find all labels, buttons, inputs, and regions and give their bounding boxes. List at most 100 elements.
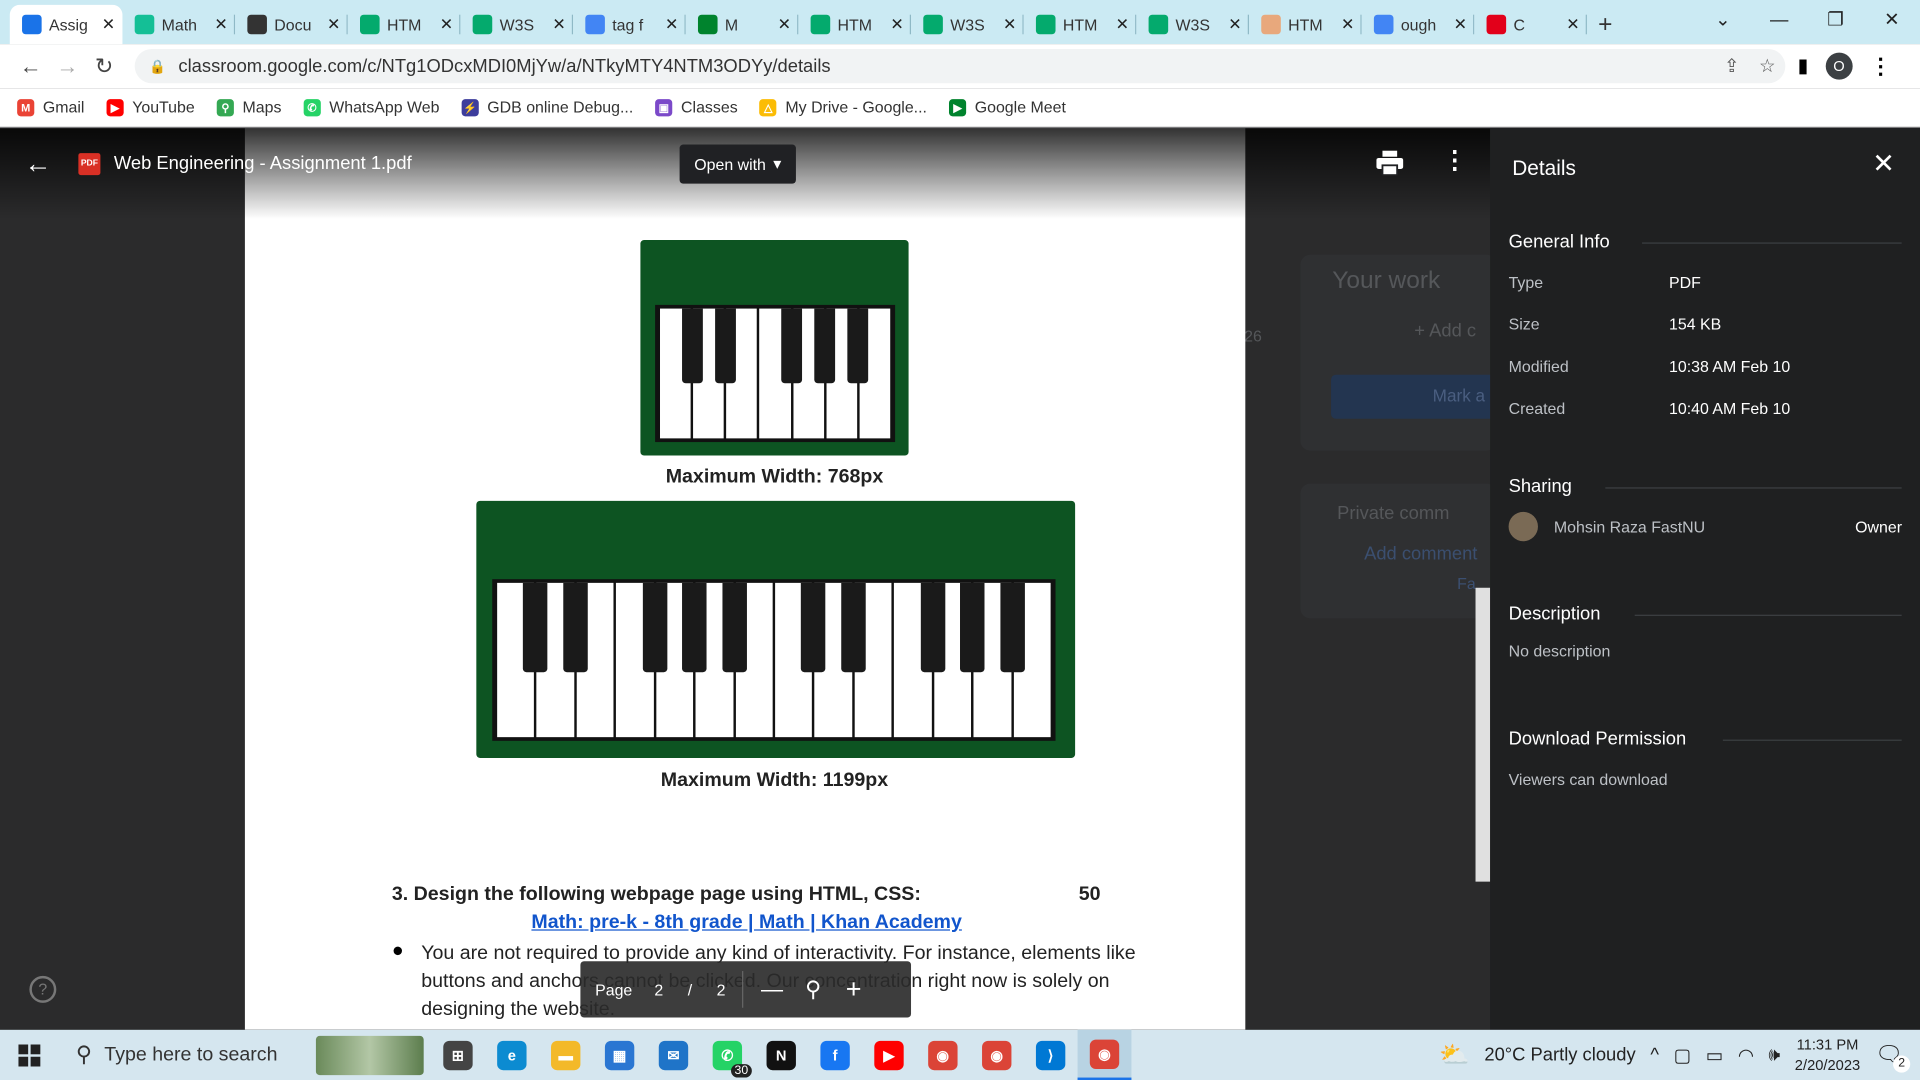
bookmark-item[interactable]: ▶ YouTube	[106, 98, 195, 116]
omnibox[interactable]: 🔒 classroom.google.com/c/NTg1ODcxMDI0MjY…	[134, 48, 1786, 84]
new-tab-button[interactable]: +	[1587, 5, 1624, 44]
youtube-icon: ▶	[106, 98, 124, 116]
bookmark-item[interactable]: ▣ Classes	[655, 98, 738, 116]
browser-tab[interactable]: W3S ✕	[1136, 5, 1249, 44]
chrome-glyph: ◉	[928, 1040, 958, 1070]
piano-black-key	[721, 582, 747, 673]
netflix-icon[interactable]: N	[754, 1030, 808, 1080]
chrome-active-icon[interactable]: ◉	[1077, 1029, 1132, 1080]
browser-tab[interactable]: Math ✕	[122, 5, 236, 44]
zoom-icon[interactable]: ⚲	[805, 977, 821, 1003]
task-view-icon[interactable]: ⊞	[431, 1030, 485, 1080]
browser-tab[interactable]: C ✕	[1474, 5, 1587, 44]
whatsapp-icon[interactable]: ✆ 30	[700, 1030, 754, 1080]
menu-icon[interactable]: ⋮	[1870, 53, 1892, 79]
close-tab-icon[interactable]: ✕	[778, 15, 791, 35]
piano-black-key	[960, 582, 985, 673]
meet-now-icon[interactable]: ▢	[1674, 1044, 1691, 1066]
bookmark-item[interactable]: M Gmail	[17, 98, 84, 116]
forward-icon[interactable]: →	[49, 53, 86, 79]
mail-icon[interactable]: ✉	[647, 1030, 701, 1080]
more-options-icon[interactable]: ⋮	[1442, 148, 1466, 172]
close-tab-icon[interactable]: ✕	[440, 15, 453, 35]
tab-search-icon[interactable]: ⌄	[1695, 0, 1751, 39]
back-icon[interactable]: ←	[12, 53, 49, 79]
close-tab-icon[interactable]: ✕	[665, 15, 678, 35]
page-total: 2	[716, 980, 726, 999]
bookmark-star-icon[interactable]: ☆	[1759, 55, 1775, 77]
browser-tab[interactable]: ough ✕	[1362, 5, 1475, 44]
reload-icon[interactable]: ↻	[86, 53, 123, 79]
close-tab-icon[interactable]: ✕	[214, 15, 227, 35]
browser-tab[interactable]: W3S ✕	[460, 5, 574, 44]
vscode-icon[interactable]: ⟩	[1024, 1030, 1078, 1080]
store-icon[interactable]: ▦	[593, 1030, 647, 1080]
tab-title: HTM	[1288, 15, 1323, 34]
zoom-in-icon[interactable]: +	[846, 973, 862, 1005]
minimize-button[interactable]: —	[1751, 0, 1807, 39]
close-tab-icon[interactable]: ✕	[1228, 15, 1241, 35]
close-tab-icon[interactable]: ✕	[1003, 15, 1016, 35]
search-placeholder[interactable]: Type here to search	[104, 1044, 277, 1066]
browser-tab[interactable]: tag f ✕	[573, 5, 686, 44]
browser-tab[interactable]: Docu ✕	[235, 5, 348, 44]
browser-tab[interactable]: HTM ✕	[348, 5, 461, 44]
chrome-icon[interactable]: ◉	[916, 1030, 970, 1080]
close-tab-icon[interactable]: ✕	[1454, 15, 1467, 35]
news-widget-image[interactable]	[315, 1035, 424, 1075]
open-with-button[interactable]: Open with ▾	[679, 144, 796, 184]
bookmark-item[interactable]: ▶ Google Meet	[949, 98, 1066, 116]
file-explorer-icon[interactable]: ▬	[539, 1030, 593, 1080]
zoom-out-icon[interactable]: —	[761, 977, 783, 1003]
viewer-scrollbar[interactable]	[1475, 587, 1491, 882]
back-arrow-icon[interactable]: ←	[24, 148, 51, 180]
print-icon[interactable]	[1376, 150, 1404, 176]
close-tab-icon[interactable]: ✕	[552, 15, 565, 35]
facebook-icon[interactable]: f	[808, 1030, 862, 1080]
profile-avatar[interactable]: O	[1825, 52, 1853, 80]
close-tab-icon[interactable]: ✕	[1116, 15, 1129, 35]
browser-tab[interactable]: Assig ✕	[9, 4, 123, 45]
khan-academy-link[interactable]: Math: pre-k - 8th grade | Math | Khan Ac…	[531, 912, 961, 934]
close-details-icon[interactable]: ✕	[1872, 148, 1895, 180]
bookmark-item[interactable]: ⚲ Maps	[216, 98, 281, 116]
edge-icon[interactable]: e	[485, 1030, 539, 1080]
browser-tab[interactable]: W3S ✕	[911, 5, 1024, 44]
close-tab-icon[interactable]: ✕	[890, 15, 903, 35]
weather-text[interactable]: 20°C Partly cloudy	[1484, 1044, 1635, 1065]
bookmark-item[interactable]: △ My Drive - Google...	[759, 98, 927, 116]
modified-value: 10:38 AM Feb 10	[1668, 357, 1791, 376]
close-window-button[interactable]: ✕	[1864, 0, 1920, 39]
wifi-icon[interactable]: ◠	[1738, 1044, 1754, 1066]
battery-icon[interactable]: ▭	[1706, 1044, 1723, 1066]
address-bar-row: ← → ↻ 🔒 classroom.google.com/c/NTg1ODcxM…	[0, 44, 1920, 89]
windows-start-icon[interactable]	[0, 1030, 59, 1080]
taskbar-search[interactable]: ⚲ Type here to search	[59, 1030, 316, 1080]
close-tab-icon[interactable]: ✕	[1566, 15, 1579, 35]
close-tab-icon[interactable]: ✕	[102, 15, 115, 35]
lock-icon[interactable]: 🔒	[149, 58, 166, 74]
url-text[interactable]: classroom.google.com/c/NTg1ODcxMDI0MjYw/…	[178, 56, 1714, 77]
piano-black-key	[840, 582, 866, 673]
browser-tab[interactable]: HTM ✕	[1249, 5, 1362, 44]
close-tab-icon[interactable]: ✕	[327, 15, 340, 35]
browser-tab[interactable]: M ✕	[686, 5, 799, 44]
browser-tab[interactable]: HTM ✕	[798, 5, 912, 44]
side-panel-icon[interactable]: ▮	[1798, 54, 1809, 78]
share-icon[interactable]: ⇪	[1724, 55, 1739, 77]
notifications-icon[interactable]: 🗨 2	[1875, 1042, 1911, 1073]
bookmark-item[interactable]: ⚡ GDB online Debug...	[461, 98, 633, 116]
volume-icon[interactable]: 🕪	[1769, 1044, 1781, 1065]
tab-title: ough	[1400, 15, 1437, 34]
chrome-profile-icon[interactable]: ◉	[970, 1030, 1024, 1080]
bookmark-item[interactable]: ✆ WhatsApp Web	[303, 98, 440, 116]
page-current[interactable]: 2	[654, 980, 663, 998]
help-icon[interactable]: ?	[29, 975, 57, 1003]
youtube-icon[interactable]: ▶	[862, 1030, 916, 1080]
tray-chevron-icon[interactable]: ^	[1650, 1044, 1659, 1065]
browser-tab[interactable]: HTM ✕	[1024, 5, 1137, 44]
clock[interactable]: 11:31 PM 2/20/2023	[1795, 1034, 1860, 1076]
restore-button[interactable]: ❐	[1807, 0, 1863, 39]
close-tab-icon[interactable]: ✕	[1341, 15, 1354, 35]
windows-logo-icon	[18, 1043, 41, 1066]
